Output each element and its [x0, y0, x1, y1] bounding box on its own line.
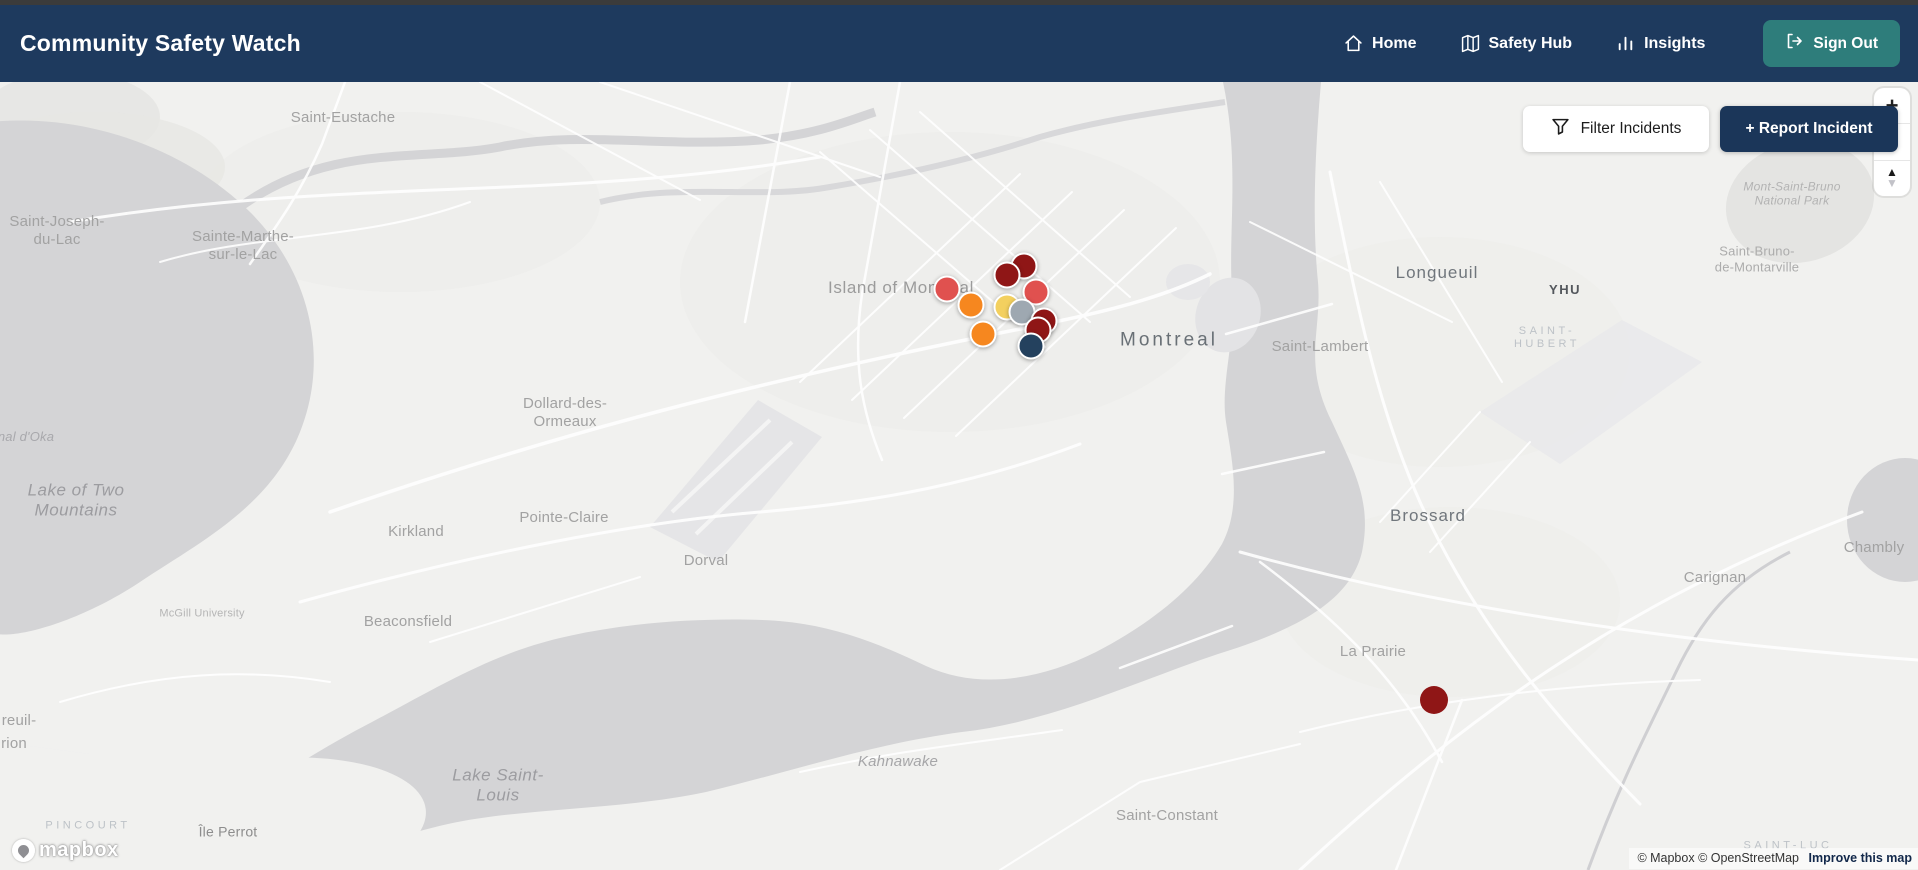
incident-marker-orange[interactable] — [969, 320, 997, 348]
nav-item-home[interactable]: Home — [1344, 34, 1417, 53]
home-icon — [1344, 34, 1363, 53]
filter-incidents-button[interactable]: Filter Incidents — [1523, 106, 1709, 152]
attribution-osm-link[interactable]: © OpenStreetMap — [1698, 851, 1799, 865]
incident-marker-darkred[interactable] — [993, 261, 1021, 289]
filter-incidents-label: Filter Incidents — [1580, 120, 1682, 137]
map-canvas[interactable] — [0, 82, 1918, 870]
report-incident-label: + Report Incident — [1745, 120, 1873, 137]
map-basemap — [0, 82, 1918, 870]
incident-marker-red[interactable] — [933, 275, 961, 303]
improve-this-map-link[interactable]: Improve this map — [1809, 851, 1913, 865]
incident-marker-darkred[interactable] — [1420, 686, 1448, 714]
bar-chart-icon — [1616, 34, 1635, 53]
nav-label: Safety Hub — [1488, 34, 1573, 52]
incident-marker-navy[interactable] — [1017, 332, 1045, 360]
mapbox-wordmark: mapbox — [39, 839, 119, 861]
nav-item-safety-hub[interactable]: Safety Hub — [1461, 34, 1573, 53]
nav-label: Home — [1372, 34, 1417, 52]
pitch-down-icon: ▼ — [1886, 176, 1898, 191]
sign-out-label: Sign Out — [1813, 34, 1878, 52]
map-attribution: © Mapbox © OpenStreetMap Improve this ma… — [1629, 848, 1918, 869]
incident-marker-orange[interactable] — [957, 291, 985, 319]
mapbox-pin-icon — [12, 839, 35, 862]
nav-label: Insights — [1644, 34, 1706, 52]
window-chrome-strip — [0, 0, 1918, 5]
mapbox-logo[interactable]: mapbox — [12, 839, 119, 862]
sign-out-icon — [1785, 32, 1803, 55]
report-incident-button[interactable]: + Report Incident — [1720, 106, 1898, 152]
nav-item-insights[interactable]: Insights — [1616, 34, 1705, 53]
attribution-mapbox-link[interactable]: © Mapbox — [1637, 851, 1694, 865]
main-nav: Home Safety Hub Insights Sign Out — [1344, 20, 1900, 67]
pitch-toggle-button[interactable]: ▲ ▼ — [1874, 161, 1910, 196]
app-title: Community Safety Watch — [20, 30, 301, 56]
app-header: Community Safety Watch Home Safety Hub I… — [0, 5, 1918, 82]
filter-funnel-icon — [1551, 117, 1570, 141]
sign-out-button[interactable]: Sign Out — [1763, 20, 1900, 67]
map-icon — [1461, 34, 1480, 53]
